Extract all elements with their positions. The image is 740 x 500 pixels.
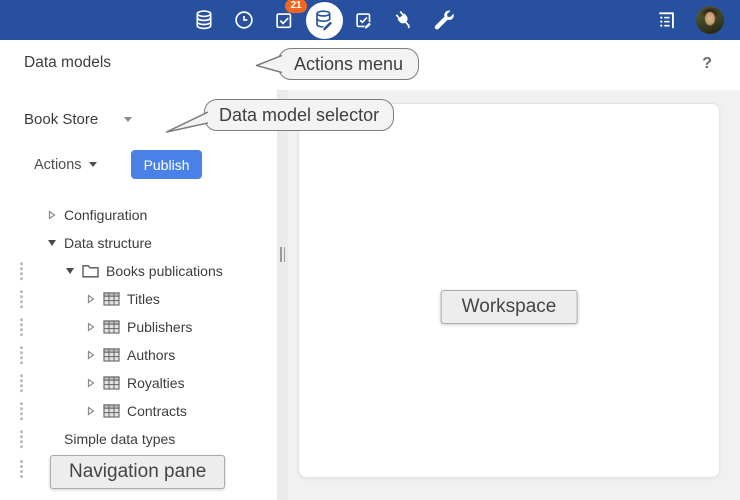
tree-item-label: Royalties — [127, 375, 185, 391]
publish-button[interactable]: Publish — [131, 150, 203, 179]
table-icon — [103, 292, 120, 306]
callout-data-model-selector-label: Data model selector — [219, 105, 379, 126]
drag-handle-icon[interactable] — [20, 402, 23, 420]
drag-handle-icon[interactable] — [20, 290, 23, 308]
tasks-icon[interactable]: 21 — [264, 0, 304, 40]
callout-data-model-selector: Data model selector — [204, 99, 394, 131]
callout-tail — [165, 110, 208, 134]
page-title: Data models — [24, 54, 111, 72]
drag-handle-icon[interactable] — [20, 430, 23, 448]
tree-item-simple-data-types[interactable]: Simple data types — [0, 425, 277, 453]
caret-right-icon[interactable] — [47, 210, 57, 220]
tree-item-label: Titles — [127, 291, 160, 307]
tree-item-label: Simple data types — [64, 431, 175, 447]
record-edit-icon[interactable] — [344, 0, 384, 40]
workspace-area: Workspace — [288, 90, 740, 500]
drag-handle-icon[interactable] — [20, 374, 23, 392]
workspace-canvas[interactable]: Workspace — [298, 103, 720, 478]
sidebar-toolbar: Actions Publish — [34, 150, 277, 179]
app-root: 21 — [0, 0, 740, 500]
callout-actions-menu: Actions menu — [278, 48, 419, 80]
data-model-selector[interactable]: Book Store — [24, 111, 132, 128]
callout-workspace: Workspace — [441, 290, 578, 324]
tree-item-titles[interactable]: Titles — [0, 285, 277, 313]
actions-dropdown[interactable]: Actions — [34, 157, 97, 173]
tree-item-authors[interactable]: Authors — [0, 341, 277, 369]
wrench-icon[interactable] — [424, 0, 464, 40]
tree-item-label: Data structure — [64, 235, 152, 251]
callout-actions-menu-label: Actions menu — [294, 54, 403, 75]
data-model-selector-value: Book Store — [24, 111, 98, 128]
active-icon-circle — [306, 2, 343, 39]
user-avatar[interactable] — [696, 6, 724, 34]
top-navbar: 21 — [0, 0, 740, 40]
tree-item-configuration[interactable]: Configuration — [0, 201, 277, 229]
folder-icon — [82, 264, 99, 278]
navbar-icon-group: 21 — [184, 0, 464, 40]
table-icon — [103, 376, 120, 390]
navbar-right-group — [646, 0, 724, 40]
caret-right-icon[interactable] — [86, 322, 96, 332]
callout-tail — [255, 54, 282, 76]
data-models-icon-active[interactable] — [304, 0, 344, 40]
pane-splitter[interactable] — [277, 90, 288, 500]
tree-item-data-structure[interactable]: Data structure — [0, 229, 277, 257]
caret-right-icon[interactable] — [86, 378, 96, 388]
actions-dropdown-label: Actions — [34, 157, 82, 173]
drag-handle-icon[interactable] — [20, 346, 23, 364]
main-area: Book Store Actions Publish Configuration — [0, 90, 740, 500]
navigation-pane: Book Store Actions Publish Configuration — [0, 90, 277, 500]
caret-down-icon[interactable] — [47, 240, 57, 246]
drag-handle-icon[interactable] — [20, 262, 23, 280]
tree-item-publishers[interactable]: Publishers — [0, 313, 277, 341]
table-icon — [103, 320, 120, 334]
tree-item-label: Configuration — [64, 207, 147, 223]
drag-handle-icon[interactable] — [20, 318, 23, 336]
data-model-tree: Configuration Data structure Books publi… — [0, 201, 277, 453]
caret-right-icon[interactable] — [86, 294, 96, 304]
caret-down-icon[interactable] — [65, 268, 75, 274]
tree-item-label: Publishers — [127, 319, 192, 335]
tree-item-royalties[interactable]: Royalties — [0, 369, 277, 397]
chevron-down-icon — [124, 117, 132, 122]
caret-right-icon[interactable] — [86, 350, 96, 360]
table-icon — [103, 348, 120, 362]
help-icon[interactable]: ? — [702, 55, 712, 73]
forms-icon[interactable] — [646, 0, 686, 40]
database-icon[interactable] — [184, 0, 224, 40]
drag-handle-icon[interactable] — [20, 460, 23, 478]
callout-navigation-pane: Navigation pane — [50, 455, 225, 489]
tree-item-label: Books publications — [106, 263, 223, 279]
plug-icon[interactable] — [384, 0, 424, 40]
caret-right-icon[interactable] — [86, 406, 96, 416]
tree-item-label: Authors — [127, 347, 175, 363]
clock-icon[interactable] — [224, 0, 264, 40]
tree-item-books-publications[interactable]: Books publications — [0, 257, 277, 285]
tree-item-label: Contracts — [127, 403, 187, 419]
notification-badge: 21 — [285, 0, 307, 13]
chevron-down-icon — [89, 162, 97, 167]
splitter-grip-icon[interactable] — [280, 247, 285, 262]
table-icon — [103, 404, 120, 418]
tree-item-contracts[interactable]: Contracts — [0, 397, 277, 425]
